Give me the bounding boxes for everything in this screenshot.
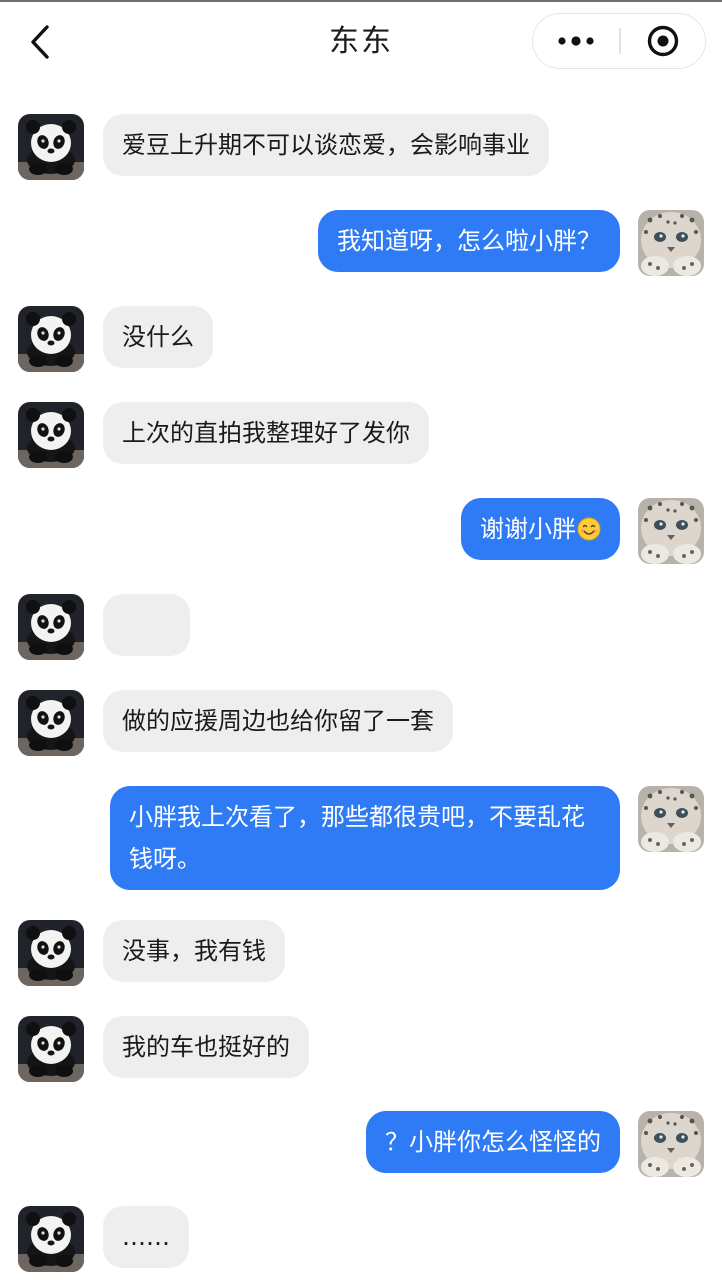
snow-leopard-avatar-image — [638, 1111, 704, 1177]
contact-avatar[interactable] — [18, 1016, 84, 1082]
chat-screen: 东东 爱豆上升期不可以谈恋爱，会影响事业 我知道呀，怎么啦小胖？ 没什么 上次的… — [0, 0, 722, 1280]
smiling-face-emoji-icon — [577, 517, 601, 541]
self-avatar[interactable] — [638, 786, 704, 852]
message-bubble-incoming[interactable]: …… — [103, 1206, 189, 1268]
panda-avatar-image — [18, 920, 84, 986]
message-bubble-incoming-empty[interactable] — [103, 594, 190, 656]
message-bubble-incoming[interactable]: 我的车也挺好的 — [103, 1016, 309, 1078]
status-divider — [0, 0, 722, 2]
contact-avatar[interactable] — [18, 402, 84, 468]
more-dots-icon — [558, 35, 594, 46]
panda-avatar-image — [18, 114, 84, 180]
snow-leopard-avatar-image — [638, 786, 704, 852]
message-bubble-incoming[interactable]: 没事，我有钱 — [103, 920, 285, 982]
panda-avatar-image — [18, 690, 84, 756]
self-avatar[interactable] — [638, 1111, 704, 1177]
contact-avatar[interactable] — [18, 306, 84, 372]
contact-avatar[interactable] — [18, 1206, 84, 1272]
panda-avatar-image — [18, 1206, 84, 1272]
contact-avatar[interactable] — [18, 690, 84, 756]
self-avatar[interactable] — [638, 498, 704, 564]
contact-avatar[interactable] — [18, 920, 84, 986]
message-bubble-outgoing[interactable]: 谢谢小胖 — [461, 498, 620, 560]
snow-leopard-avatar-image — [638, 210, 704, 276]
panda-avatar-image — [18, 402, 84, 468]
panda-avatar-image — [18, 1016, 84, 1082]
snow-leopard-avatar-image — [638, 498, 704, 564]
panda-avatar-image — [18, 306, 84, 372]
message-bubble-incoming[interactable]: 上次的直拍我整理好了发你 — [103, 402, 429, 464]
message-bubble-outgoing[interactable]: ？小胖你怎么怪怪的 — [366, 1111, 620, 1173]
more-button[interactable] — [533, 14, 619, 67]
message-bubble-outgoing[interactable]: 小胖我上次看了，那些都很贵吧，不要乱花钱呀。 — [110, 786, 620, 890]
target-close-icon — [647, 25, 679, 56]
message-bubble-incoming[interactable]: 没什么 — [103, 306, 213, 368]
close-button[interactable] — [621, 14, 705, 67]
contact-avatar[interactable] — [18, 594, 84, 660]
message-text: 谢谢小胖 — [480, 515, 576, 543]
self-avatar[interactable] — [638, 210, 704, 276]
message-bubble-outgoing[interactable]: 我知道呀，怎么啦小胖？ — [318, 210, 620, 272]
mini-program-capsule — [532, 13, 706, 69]
message-bubble-incoming[interactable]: 爱豆上升期不可以谈恋爱，会影响事业 — [103, 114, 549, 176]
contact-avatar[interactable] — [18, 114, 84, 180]
panda-avatar-image — [18, 594, 84, 660]
message-bubble-incoming[interactable]: 做的应援周边也给你留了一套 — [103, 690, 453, 752]
